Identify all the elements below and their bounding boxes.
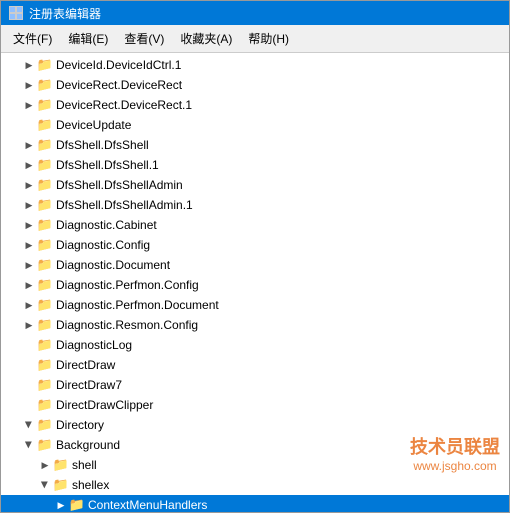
tree-row[interactable]: ▶ 📁 Diagnostic.Config [1, 235, 509, 255]
tree-row-background[interactable]: ▶ 📁 Background [1, 435, 509, 455]
folder-icon: 📁 [37, 138, 53, 152]
item-label: shellex [72, 478, 109, 492]
tree-row-contextmenuhandlers[interactable]: ▶ 📁 ContextMenuHandlers [1, 495, 509, 512]
folder-icon: 📁 [37, 178, 53, 192]
title-bar: 注册表编辑器 [1, 1, 509, 25]
tree-row[interactable]: ▶ 📁 Diagnostic.Document [1, 255, 509, 275]
expand-icon[interactable]: ▶ [21, 257, 37, 273]
tree-row[interactable]: ▶ 📁 DfsShell.DfsShellAdmin [1, 175, 509, 195]
expand-icon[interactable]: ▶ [53, 497, 69, 512]
tree-row[interactable]: ▶ 📁 DfsShell.DfsShellAdmin.1 [1, 195, 509, 215]
folder-icon: 📁 [37, 318, 53, 332]
menu-file[interactable]: 文件(F) [5, 27, 60, 50]
folder-icon: 📁 [37, 98, 53, 112]
tree-row[interactable]: ▶ 📁 DeviceUpdate [1, 115, 509, 135]
item-label: ContextMenuHandlers [88, 498, 207, 512]
folder-icon: 📁 [37, 78, 53, 92]
registry-tree[interactable]: ▶ 📁 DeviceId.DeviceIdCtrl.1 ▶ 📁 DeviceRe… [1, 53, 509, 512]
expand-icon[interactable]: ▶ [37, 457, 53, 473]
folder-icon: 📁 [37, 118, 53, 132]
tree-row[interactable]: ▶ 📁 DeviceRect.DeviceRect [1, 75, 509, 95]
item-label: DeviceRect.DeviceRect.1 [56, 98, 192, 112]
folder-icon: 📁 [37, 298, 53, 312]
menu-view[interactable]: 查看(V) [116, 27, 172, 50]
item-label: DirectDraw7 [56, 378, 122, 392]
menu-bar: 文件(F) 编辑(E) 查看(V) 收藏夹(A) 帮助(H) [1, 25, 509, 53]
tree-row[interactable]: ▶ 📁 Diagnostic.Perfmon.Config [1, 275, 509, 295]
expand-icon[interactable]: ▶ [21, 197, 37, 213]
folder-icon: 📁 [37, 338, 53, 352]
folder-icon: 📁 [37, 218, 53, 232]
registry-editor-window: 注册表编辑器 文件(F) 编辑(E) 查看(V) 收藏夹(A) 帮助(H) ▶ … [0, 0, 510, 513]
tree-row[interactable]: ▶ 📁 DeviceId.DeviceIdCtrl.1 [1, 55, 509, 75]
tree-row-shellex[interactable]: ▶ 📁 shellex [1, 475, 509, 495]
expand-icon[interactable]: ▶ [21, 97, 37, 113]
menu-edit[interactable]: 编辑(E) [60, 27, 116, 50]
window-title: 注册表编辑器 [29, 5, 101, 22]
menu-favorites[interactable]: 收藏夹(A) [172, 27, 240, 50]
expand-icon[interactable]: ▶ [37, 477, 53, 493]
item-label: DeviceId.DeviceIdCtrl.1 [56, 58, 181, 72]
expand-icon[interactable]: ▶ [21, 277, 37, 293]
expand-icon[interactable]: ▶ [21, 297, 37, 313]
item-label: Background [56, 438, 120, 452]
tree-row[interactable]: ▶ 📁 DirectDraw [1, 355, 509, 375]
expand-icon[interactable]: ▶ [21, 157, 37, 173]
item-label: DfsShell.DfsShell.1 [56, 158, 159, 172]
expand-icon[interactable]: ▶ [21, 237, 37, 253]
item-label: DirectDrawClipper [56, 398, 153, 412]
item-label: DiagnosticLog [56, 338, 132, 352]
tree-row[interactable]: ▶ 📁 Diagnostic.Resmon.Config [1, 315, 509, 335]
item-label: DirectDraw [56, 358, 115, 372]
item-label: Directory [56, 418, 104, 432]
window-icon [9, 6, 23, 20]
tree-row-shell[interactable]: ▶ 📁 shell [1, 455, 509, 475]
tree-row-directory[interactable]: ▶ 📁 Directory [1, 415, 509, 435]
folder-icon: 📁 [37, 258, 53, 272]
folder-icon: 📁 [37, 58, 53, 72]
expand-icon[interactable]: ▶ [21, 77, 37, 93]
item-label: Diagnostic.Perfmon.Document [56, 298, 219, 312]
tree-row[interactable]: ▶ 📁 Diagnostic.Perfmon.Document [1, 295, 509, 315]
tree-row[interactable]: ▶ 📁 DiagnosticLog [1, 335, 509, 355]
tree-row[interactable]: ▶ 📁 Diagnostic.Cabinet [1, 215, 509, 235]
tree-row[interactable]: ▶ 📁 DirectDraw7 [1, 375, 509, 395]
tree-row[interactable]: ▶ 📁 DeviceRect.DeviceRect.1 [1, 95, 509, 115]
expand-icon[interactable]: ▶ [21, 317, 37, 333]
folder-icon: 📁 [53, 478, 69, 492]
folder-icon: 📁 [37, 418, 53, 432]
item-label: Diagnostic.Perfmon.Config [56, 278, 199, 292]
item-label: DeviceUpdate [56, 118, 131, 132]
folder-icon: 📁 [37, 198, 53, 212]
expand-icon[interactable]: ▶ [21, 137, 37, 153]
item-label: Diagnostic.Cabinet [56, 218, 157, 232]
folder-icon: 📁 [37, 278, 53, 292]
folder-icon: 📁 [37, 238, 53, 252]
item-label: Diagnostic.Document [56, 258, 170, 272]
item-label: DfsShell.DfsShellAdmin [56, 178, 183, 192]
item-label: Diagnostic.Config [56, 238, 150, 252]
expand-icon[interactable]: ▶ [21, 177, 37, 193]
menu-help[interactable]: 帮助(H) [240, 27, 297, 50]
folder-icon: 📁 [69, 498, 85, 512]
expand-icon[interactable]: ▶ [21, 417, 37, 433]
folder-icon: 📁 [37, 438, 53, 452]
expand-icon[interactable]: ▶ [21, 57, 37, 73]
folder-icon: 📁 [37, 158, 53, 172]
item-label: shell [72, 458, 97, 472]
item-label: DfsShell.DfsShell [56, 138, 149, 152]
folder-icon: 📁 [53, 458, 69, 472]
tree-row[interactable]: ▶ 📁 DfsShell.DfsShell [1, 135, 509, 155]
expand-icon[interactable]: ▶ [21, 437, 37, 453]
main-content: ▶ 📁 DeviceId.DeviceIdCtrl.1 ▶ 📁 DeviceRe… [1, 53, 509, 512]
folder-icon: 📁 [37, 398, 53, 412]
item-label: DfsShell.DfsShellAdmin.1 [56, 198, 193, 212]
item-label: Diagnostic.Resmon.Config [56, 318, 198, 332]
tree-row[interactable]: ▶ 📁 DirectDrawClipper [1, 395, 509, 415]
folder-icon: 📁 [37, 358, 53, 372]
folder-icon: 📁 [37, 378, 53, 392]
tree-row[interactable]: ▶ 📁 DfsShell.DfsShell.1 [1, 155, 509, 175]
item-label: DeviceRect.DeviceRect [56, 78, 182, 92]
expand-icon[interactable]: ▶ [21, 217, 37, 233]
